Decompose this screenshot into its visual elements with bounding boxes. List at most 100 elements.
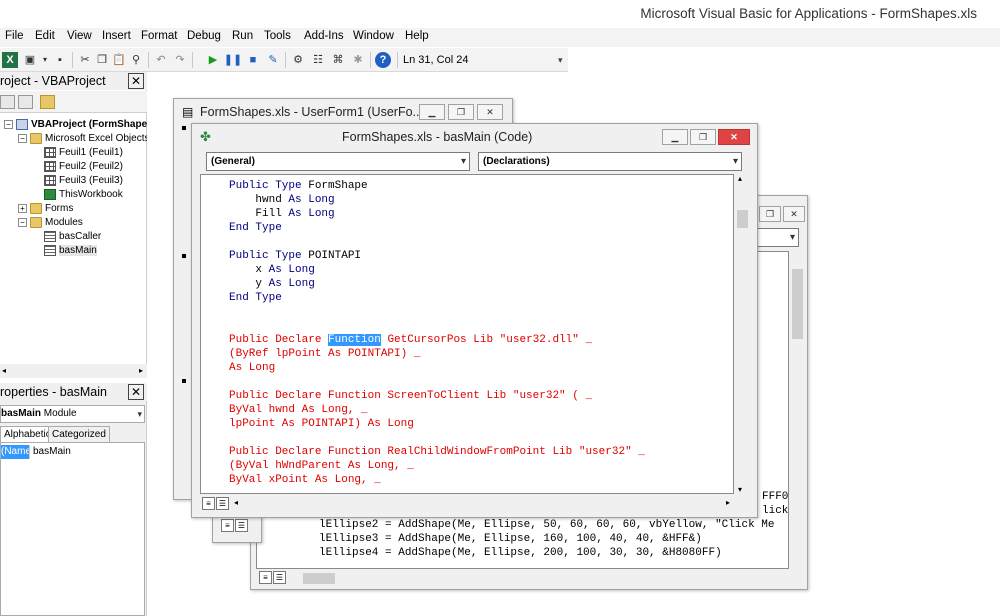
close-button-back[interactable]: ✕ xyxy=(783,206,805,222)
toggle-folders-icon[interactable] xyxy=(40,95,55,109)
code-close-button[interactable]: ✕ xyxy=(718,129,750,145)
chevron-down-icon[interactable]: ▾ xyxy=(137,406,142,422)
resize-handle[interactable] xyxy=(182,379,186,383)
tree-item[interactable]: − Modules xyxy=(18,215,83,229)
procedure-select[interactable]: (Declarations) ▾ xyxy=(478,152,742,171)
tree-item[interactable]: Feuil3 (Feuil3) xyxy=(32,173,123,187)
menu-window[interactable]: Window xyxy=(353,30,394,42)
paste-icon[interactable]: 📋 xyxy=(111,52,127,68)
chevron-down-icon[interactable]: ▾ xyxy=(733,153,738,170)
save-icon[interactable]: ▪ xyxy=(52,52,68,68)
code-minimize-button[interactable]: ▁ xyxy=(662,129,688,145)
help-icon[interactable]: ? xyxy=(375,52,391,68)
dropdown-arrow-icon[interactable]: ▾ xyxy=(37,52,53,68)
reset-icon[interactable]: ■ xyxy=(245,52,261,68)
code-editor[interactable]: Public Type FormShape hwnd As Long Fill … xyxy=(200,174,734,494)
userform-minimize-button[interactable]: ▁ xyxy=(419,104,445,120)
menu-run[interactable]: Run xyxy=(232,30,253,42)
scroll-left-icon[interactable]: ◂ xyxy=(2,366,6,375)
full-module-view-icon[interactable]: ☰ xyxy=(273,571,286,584)
chevron-down-icon[interactable]: ▾ xyxy=(461,153,466,170)
properties-pane-close-button[interactable]: ✕ xyxy=(128,384,144,400)
tree-item[interactable]: Feuil2 (Feuil2) xyxy=(32,159,123,173)
full-module-view-icon[interactable]: ☰ xyxy=(216,497,229,510)
project-explorer-icon[interactable]: ⚙ xyxy=(290,52,306,68)
menu-insert[interactable]: Insert xyxy=(102,30,131,42)
properties-pane: roperties - basMain ✕ basMain Module ▾ A… xyxy=(0,383,147,616)
view-object-icon[interactable] xyxy=(18,95,33,109)
code-token: As Long xyxy=(268,278,315,290)
project-pane-close-button[interactable]: ✕ xyxy=(128,73,144,89)
tree-item[interactable]: basMain xyxy=(32,243,97,257)
undo-icon[interactable]: ↶ xyxy=(153,52,169,68)
expand-icon[interactable]: + xyxy=(18,203,27,213)
menu-edit[interactable]: Edit xyxy=(35,30,55,42)
insert-userform-icon[interactable]: ▣ xyxy=(22,52,38,68)
tab-categorized[interactable]: Categorized xyxy=(48,426,110,443)
scroll-thumb[interactable] xyxy=(303,573,335,584)
procedure-view-icon[interactable]: ≡ xyxy=(202,497,215,510)
tree-item[interactable]: ThisWorkbook xyxy=(32,187,123,201)
resize-handle[interactable] xyxy=(182,254,186,258)
object-select[interactable]: (General) ▾ xyxy=(206,152,470,171)
run-icon[interactable]: ▶ xyxy=(205,52,221,68)
code-vscroll[interactable]: ▴ ▾ xyxy=(735,174,750,494)
scroll-up-icon[interactable]: ▴ xyxy=(738,174,742,183)
tree-item[interactable]: basCaller xyxy=(32,229,101,243)
break-icon[interactable]: ❚❚ xyxy=(224,52,242,68)
collapse-icon[interactable]: − xyxy=(18,133,27,143)
toolbar-options-icon[interactable]: ▾ xyxy=(558,55,563,66)
scroll-right-icon[interactable]: ▸ xyxy=(726,498,730,507)
copy-icon[interactable]: ❐ xyxy=(94,52,110,68)
tree-item[interactable]: Feuil1 (Feuil1) xyxy=(32,145,123,159)
scroll-right-icon[interactable]: ▸ xyxy=(139,366,143,375)
design-mode-icon[interactable]: ✎ xyxy=(265,52,281,68)
full-module-view-icon[interactable]: ☰ xyxy=(235,519,248,532)
view-code-icon[interactable] xyxy=(0,95,15,109)
scroll-thumb[interactable] xyxy=(737,210,748,228)
tree-item-label: Microsoft Excel Objects xyxy=(45,132,147,144)
menu-file[interactable]: File xyxy=(5,30,24,42)
scroll-left-icon[interactable]: ◂ xyxy=(234,498,238,507)
project-pane-hscroll[interactable]: ◂ ▸ xyxy=(0,364,147,378)
tree-item[interactable]: + Forms xyxy=(18,201,73,215)
userform-close-button[interactable]: ✕ xyxy=(477,104,503,120)
userform-restore-button[interactable]: ❐ xyxy=(448,104,474,120)
redo-icon[interactable]: ↷ xyxy=(172,52,188,68)
scroll-thumb[interactable] xyxy=(792,269,803,339)
code-line: Public Declare Function ScreenToClient L… xyxy=(229,389,592,403)
properties-window-icon[interactable]: ☷ xyxy=(310,52,326,68)
code-vscroll-back[interactable] xyxy=(790,251,805,569)
object-browser-icon[interactable]: ⌘ xyxy=(330,52,346,68)
find-icon[interactable]: ⚲ xyxy=(128,52,144,68)
scroll-down-icon[interactable]: ▾ xyxy=(738,485,742,494)
menu-view[interactable]: View xyxy=(67,30,92,42)
cut-icon[interactable]: ✂ xyxy=(77,52,93,68)
code-restore-button[interactable]: ❐ xyxy=(690,129,716,145)
menu-tools[interactable]: Tools xyxy=(264,30,291,42)
code-token: Public Declare Function ScreenToClient L… xyxy=(229,390,593,402)
tab-alphabetic[interactable]: Alphabetic xyxy=(0,426,55,443)
menu-help[interactable]: Help xyxy=(405,30,429,42)
collapse-icon[interactable]: − xyxy=(18,217,27,227)
toolbox-icon[interactable]: ✱ xyxy=(350,52,366,68)
properties-object-select[interactable]: basMain Module ▾ xyxy=(0,405,145,423)
resize-handle[interactable] xyxy=(182,126,186,130)
menu-format[interactable]: Format xyxy=(141,30,177,42)
menu-add-ins[interactable]: Add-Ins xyxy=(304,30,344,42)
tree-item[interactable]: − VBAProject (FormShape xyxy=(4,117,147,131)
collapse-icon[interactable]: − xyxy=(4,119,13,129)
code-window-main[interactable]: ✤ FormShapes.xls - basMain (Code) ▁ ❐ ✕ … xyxy=(191,123,758,518)
code-hscroll[interactable]: ◂ ▸ xyxy=(232,497,734,512)
procedure-view-icon[interactable]: ≡ xyxy=(221,519,234,532)
property-value[interactable]: basMain xyxy=(29,445,144,459)
property-row[interactable]: (Name) basMain xyxy=(1,445,144,459)
menu-debug[interactable]: Debug xyxy=(187,30,221,42)
excel-icon[interactable]: X xyxy=(2,52,18,68)
code-line: lpPoint As POINTAPI) As Long xyxy=(229,417,414,431)
restore-button-back[interactable]: ❐ xyxy=(759,206,781,222)
code-hscroll-back[interactable] xyxy=(289,571,789,586)
tree-item[interactable]: − Microsoft Excel Objects xyxy=(18,131,147,145)
code-line: As Long xyxy=(229,361,275,375)
procedure-view-icon[interactable]: ≡ xyxy=(259,571,272,584)
